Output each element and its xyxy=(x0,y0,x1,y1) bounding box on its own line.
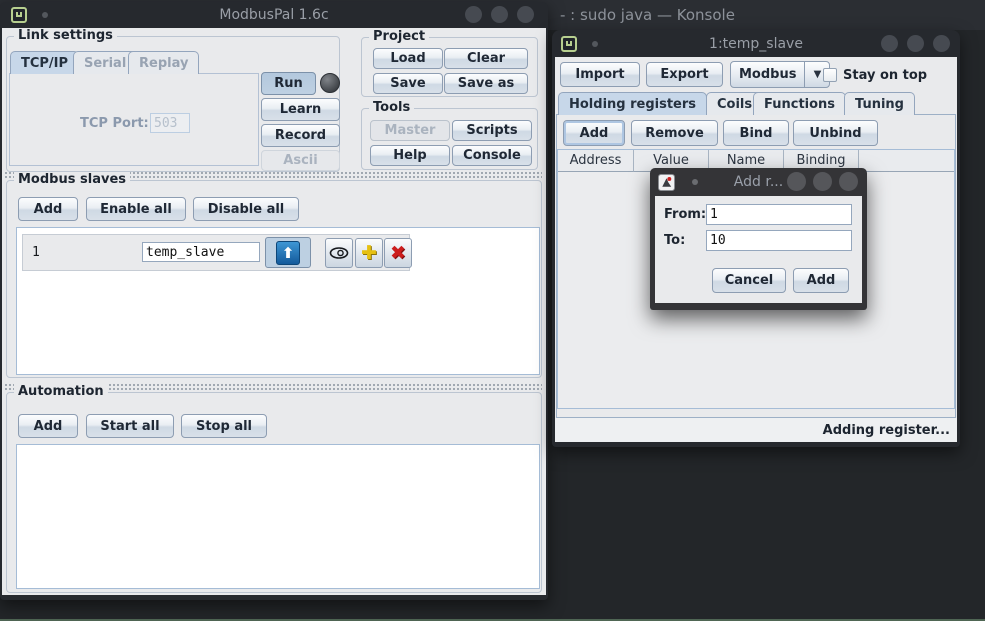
save-button[interactable]: Save xyxy=(373,73,443,94)
slave-list: 1 ⬆ ✚ ✖ xyxy=(16,227,540,375)
modbuspal-titlebar[interactable]: ModbusPal 1.6c xyxy=(0,2,548,28)
from-input[interactable] xyxy=(706,204,852,225)
tcpip-tab-panel: TCP Port: xyxy=(9,73,259,166)
app-icon xyxy=(11,7,27,23)
close-button[interactable] xyxy=(517,6,534,23)
mode-combobox[interactable]: Modbus ▼ xyxy=(730,61,830,88)
eye-icon xyxy=(329,247,349,259)
tcp-port-input[interactable] xyxy=(150,113,190,133)
app-icon xyxy=(561,36,577,52)
delete-x-icon: ✖ xyxy=(390,242,406,264)
slave-name-input[interactable] xyxy=(142,242,260,262)
minimize-button[interactable] xyxy=(881,35,898,52)
tools-group: Tools Master Scripts Help Console xyxy=(361,108,538,170)
slave-delete-button[interactable]: ✖ xyxy=(384,238,412,268)
register-remove-button[interactable]: Remove xyxy=(631,120,718,146)
titlebar-dot-icon xyxy=(692,179,698,185)
console-button[interactable]: Console xyxy=(452,145,532,166)
maximize-button[interactable] xyxy=(907,35,924,52)
master-button[interactable]: Master xyxy=(370,120,450,141)
register-add-button[interactable]: Add xyxy=(563,120,625,146)
modbus-slaves-group: Modbus slaves Add Enable all Disable all… xyxy=(6,180,542,378)
status-text: Adding register... xyxy=(823,423,950,438)
temp-slave-titlebar[interactable]: 1:temp_slave xyxy=(552,30,960,57)
export-button[interactable]: Export xyxy=(646,62,723,87)
java-app-icon xyxy=(658,174,675,191)
arrow-up-icon: ⬆ xyxy=(276,241,300,265)
from-label: From: xyxy=(664,207,706,222)
run-led-indicator-icon xyxy=(320,73,340,93)
minimize-button[interactable] xyxy=(787,172,806,191)
plus-icon: ✚ xyxy=(361,242,377,264)
import-button[interactable]: Import xyxy=(560,62,640,87)
stay-on-top-label: Stay on top xyxy=(843,68,927,83)
column-header-filler xyxy=(859,150,954,172)
project-title: Project xyxy=(369,29,429,44)
automation-list xyxy=(16,444,540,589)
load-button[interactable]: Load xyxy=(373,48,443,69)
minimize-button[interactable] xyxy=(465,6,482,23)
automation-group: Automation Add Start all Stop all xyxy=(6,392,542,593)
to-label: To: xyxy=(664,233,685,248)
dialog-titlebar[interactable]: Add r... xyxy=(650,168,867,196)
slave-id: 1 xyxy=(32,245,40,260)
modbuspal-content: Link settings TCP/IP Serial Replay TCP P… xyxy=(2,28,546,595)
record-button[interactable]: Record xyxy=(261,124,340,147)
save-as-button[interactable]: Save as xyxy=(444,73,528,94)
ascii-button[interactable]: Ascii xyxy=(261,150,340,171)
dialog-add-button[interactable]: Add xyxy=(793,268,849,293)
slave-add-button[interactable]: Add xyxy=(18,197,78,221)
run-button[interactable]: Run xyxy=(261,72,316,95)
tools-title: Tools xyxy=(369,100,414,115)
automation-add-button[interactable]: Add xyxy=(18,414,78,438)
titlebar-dot-icon xyxy=(592,41,598,47)
dialog-content: From: To: Cancel Add xyxy=(655,196,862,303)
tab-holding-registers[interactable]: Holding registers xyxy=(558,92,707,115)
add-registers-dialog: Add r... From: To: Cancel Add xyxy=(650,168,867,310)
maximize-button[interactable] xyxy=(491,6,508,23)
slave-enable-toggle-button[interactable]: ⬆ xyxy=(265,237,311,268)
stay-on-top-checkbox[interactable] xyxy=(823,68,837,82)
scripts-button[interactable]: Scripts xyxy=(452,120,532,141)
tcp-port-label: TCP Port: xyxy=(80,116,149,131)
project-group: Project Load Clear Save Save as xyxy=(361,37,538,97)
clear-button[interactable]: Clear xyxy=(444,48,528,69)
status-bar: Adding register... xyxy=(555,418,957,442)
slave-row[interactable]: 1 ⬆ ✚ ✖ xyxy=(22,234,410,271)
close-button[interactable] xyxy=(933,35,950,52)
column-header-address[interactable]: Address xyxy=(558,150,634,172)
register-bind-button[interactable]: Bind xyxy=(723,120,789,146)
combobox-value: Modbus xyxy=(731,62,804,87)
automation-title: Automation xyxy=(14,384,108,399)
link-settings-title: Link settings xyxy=(14,28,117,43)
start-all-button[interactable]: Start all xyxy=(86,414,174,438)
disable-all-button[interactable]: Disable all xyxy=(193,197,299,221)
tab-tuning[interactable]: Tuning xyxy=(844,92,915,115)
tab-tcpip[interactable]: TCP/IP xyxy=(10,51,79,74)
slave-view-button[interactable] xyxy=(325,238,353,268)
help-button[interactable]: Help xyxy=(370,145,450,166)
titlebar-dot-icon xyxy=(42,12,48,18)
tab-functions[interactable]: Functions xyxy=(753,92,846,115)
enable-all-button[interactable]: Enable all xyxy=(86,197,186,221)
learn-button[interactable]: Learn xyxy=(261,98,340,121)
close-button[interactable] xyxy=(839,172,858,191)
slave-duplicate-button[interactable]: ✚ xyxy=(355,238,383,268)
tab-replay[interactable]: Replay xyxy=(128,51,199,74)
register-unbind-button[interactable]: Unbind xyxy=(793,120,878,146)
modbuspal-window: ModbusPal 1.6c Link settings TCP/IP Seri… xyxy=(0,2,548,600)
konsole-title: - : sudo java — Konsole xyxy=(560,6,735,24)
stop-all-button[interactable]: Stop all xyxy=(181,414,267,438)
to-input[interactable] xyxy=(706,230,852,251)
dialog-cancel-button[interactable]: Cancel xyxy=(712,268,786,293)
maximize-button[interactable] xyxy=(813,172,832,191)
link-settings-group: Link settings TCP/IP Serial Replay TCP P… xyxy=(6,36,340,172)
modbus-slaves-title: Modbus slaves xyxy=(14,172,130,187)
